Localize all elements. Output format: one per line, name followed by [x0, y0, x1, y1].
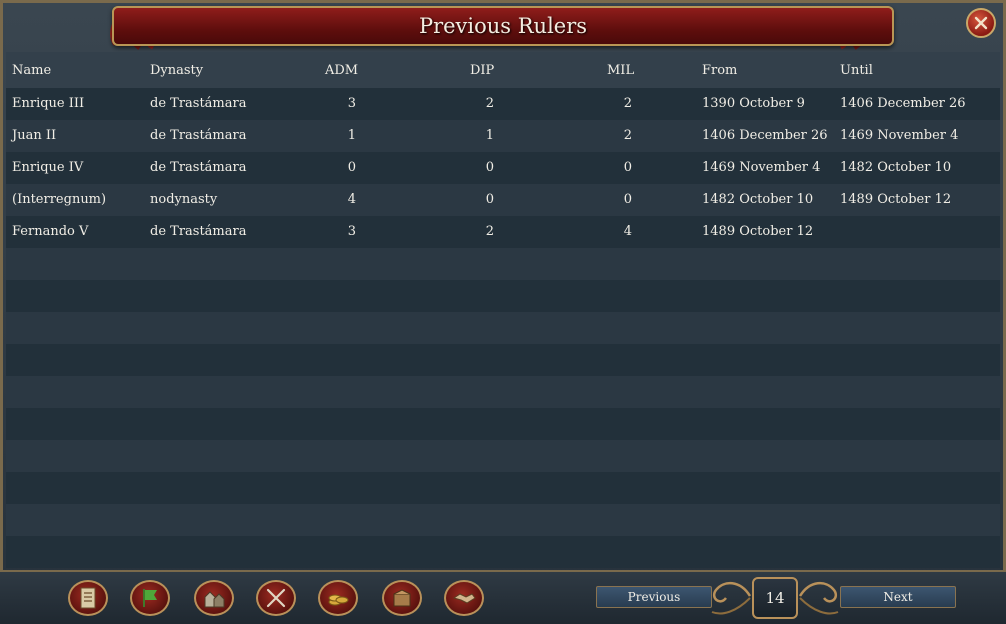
cell-mil: 2 [623, 96, 632, 111]
cell-from: 1489 October 12 [702, 224, 814, 239]
diplomacy-button[interactable] [444, 580, 484, 616]
cell-mil: 0 [623, 192, 632, 207]
cell-until: 1489 October 12 [840, 192, 952, 207]
trade-button[interactable] [382, 580, 422, 616]
empty-row [6, 472, 1000, 504]
trade-goods-icon [393, 589, 411, 607]
cell-dip: 1 [485, 128, 494, 143]
title-bar: Previous Rulers [112, 6, 894, 46]
cell-name: Fernando V [12, 224, 89, 239]
cell-name: Enrique III [12, 96, 85, 111]
coins-icon [328, 594, 349, 606]
table-row[interactable]: Fernando V de Trastámara 3 2 4 1489 October 1… [6, 216, 1000, 248]
cell-dynasty: de Trastámara [150, 96, 247, 111]
table-row[interactable]: Juan II de Trastámara 1 1 2 1406 December 26 1… [6, 120, 1000, 152]
empty-row [6, 248, 1000, 280]
economy-button[interactable] [318, 580, 358, 616]
cell-adm: 0 [347, 160, 356, 175]
table-row[interactable]: (Interregnum) nodynasty 4 0 0 1482 October 10… [6, 184, 1000, 216]
header-mil[interactable]: MIL [607, 63, 634, 78]
ledger-button[interactable] [68, 580, 108, 616]
cell-dynasty: nodynasty [150, 192, 218, 207]
buildings-icon [204, 591, 225, 608]
military-button[interactable] [256, 580, 296, 616]
empty-row [6, 344, 1000, 376]
page-number: 14 [752, 577, 798, 619]
cell-adm: 3 [347, 224, 356, 239]
cell-dip: 2 [485, 96, 494, 111]
cell-mil: 0 [623, 160, 632, 175]
empty-row [6, 408, 1000, 440]
cell-adm: 4 [347, 192, 356, 207]
header-adm[interactable]: ADM [325, 63, 358, 78]
close-icon [974, 16, 988, 30]
cell-from: 1469 November 4 [702, 160, 821, 175]
header-dip[interactable]: DIP [470, 63, 494, 78]
ornament-left-icon [711, 582, 752, 615]
empty-row [6, 536, 1000, 568]
flag-icon [143, 589, 157, 607]
cell-until: 1406 December 26 [840, 96, 966, 111]
cell-adm: 3 [347, 96, 356, 111]
cell-from: 1482 October 10 [702, 192, 814, 207]
previous-button[interactable]: Previous [596, 586, 712, 608]
next-button[interactable]: Next [840, 586, 956, 608]
table-row[interactable]: Enrique IV de Trastámara 0 0 0 1469 November … [6, 152, 1000, 184]
rulers-table: Name Dynasty ADM DIP MIL From Until Enri… [6, 52, 1000, 570]
empty-row [6, 280, 1000, 312]
empty-row [6, 376, 1000, 408]
close-button[interactable] [966, 8, 996, 38]
cell-mil: 2 [623, 128, 632, 143]
crossed-swords-icon [266, 588, 286, 608]
cell-name: Enrique IV [12, 160, 84, 175]
cell-mil: 4 [623, 224, 632, 239]
cell-dip: 0 [485, 160, 494, 175]
cell-dynasty: de Trastámara [150, 128, 247, 143]
table-header: Name Dynasty ADM DIP MIL From Until [6, 52, 1000, 89]
cell-name: (Interregnum) [12, 192, 107, 207]
cell-dynasty: de Trastámara [150, 224, 247, 239]
table-row[interactable]: Enrique III de Trastámara 3 2 2 1390 October … [6, 88, 1000, 120]
header-from[interactable]: From [702, 63, 737, 78]
buildings-button[interactable] [194, 580, 234, 616]
cell-until: 1469 November 4 [840, 128, 959, 143]
cell-until: 1482 October 10 [840, 160, 952, 175]
cell-dip: 0 [485, 192, 494, 207]
handshake-icon [452, 593, 476, 604]
cell-from: 1406 December 26 [702, 128, 828, 143]
diplomacy-view-button[interactable] [130, 580, 170, 616]
empty-row [6, 440, 1000, 472]
header-name[interactable]: Name [12, 63, 51, 78]
ornament-right-icon [798, 582, 839, 615]
empty-row [6, 504, 1000, 536]
cell-from: 1390 October 9 [702, 96, 805, 111]
cell-name: Juan II [12, 128, 57, 143]
header-dynasty[interactable]: Dynasty [150, 63, 203, 78]
cell-dynasty: de Trastámara [150, 160, 247, 175]
window-title: Previous Rulers [418, 14, 588, 38]
header-until[interactable]: Until [840, 63, 873, 78]
scroll-icon [80, 587, 96, 609]
empty-row [6, 312, 1000, 344]
cell-dip: 2 [485, 224, 494, 239]
cell-adm: 1 [347, 128, 356, 143]
